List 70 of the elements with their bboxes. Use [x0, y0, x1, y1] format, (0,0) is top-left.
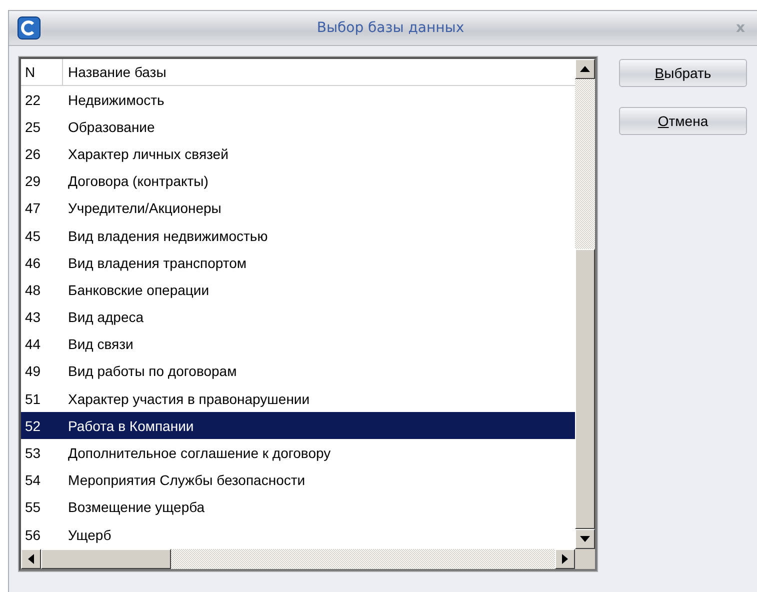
row-number: 29 — [24, 173, 42, 190]
down-arrow-icon — [580, 536, 590, 542]
list-row[interactable]: 56 Ущерб — [21, 521, 575, 548]
scroll-right-button[interactable] — [555, 549, 575, 569]
row-number: 26 — [24, 146, 42, 162]
dialog-button[interactable]: Выбрать — [619, 59, 747, 87]
row-number: 51 — [24, 390, 42, 407]
scrollbar-thumb[interactable] — [41, 549, 171, 569]
row-number: 54 — [24, 472, 42, 488]
row-number: 46 — [24, 254, 42, 271]
row-number: 48 — [24, 282, 42, 298]
row-number: 25 — [24, 118, 42, 135]
scroll-up-button[interactable] — [575, 59, 595, 79]
list-row[interactable]: 44 Вид связи — [21, 330, 575, 358]
row-number: 49 — [24, 363, 42, 380]
row-number: 55 — [24, 499, 42, 516]
database-name: Вид адреса — [67, 309, 144, 326]
list-row[interactable]: 47 Учредители/Акционеры — [21, 194, 575, 222]
right-arrow-icon — [562, 554, 568, 564]
vertical-scrollbar[interactable] — [575, 59, 595, 549]
window-title: Выбор базы данных — [316, 20, 466, 36]
row-number: 56 — [24, 526, 42, 543]
database-name: Банковские операции — [67, 282, 210, 298]
column-header[interactable]: Название базы — [63, 59, 166, 85]
app-logo-icon — [17, 16, 41, 40]
row-number: 22 — [24, 92, 42, 108]
list-row[interactable]: 45 Вид владения недвижимостью — [21, 222, 575, 250]
dialog-button[interactable]: Отмена — [619, 107, 747, 135]
list-row[interactable]: 29 Договора (контракты) — [21, 168, 575, 195]
list-row[interactable]: 43 Вид адреса — [21, 304, 575, 331]
database-name: Вид связи — [67, 336, 134, 352]
row-number: 53 — [24, 445, 42, 462]
list-row[interactable]: 55 Возмещение ущерба — [21, 494, 575, 521]
scrollbar-corner — [575, 549, 595, 569]
list-row[interactable]: 49 Вид работы по договорам — [21, 358, 575, 386]
database-name: Мероприятия Службы безопасности — [67, 472, 306, 488]
row-number: 47 — [24, 200, 42, 216]
left-arrow-icon — [28, 554, 34, 564]
database-name: Договора (контракты) — [67, 173, 208, 190]
database-name: Дополнительное соглашение к договору — [67, 445, 331, 462]
database-name: Вид владения транспортом — [67, 254, 246, 271]
scroll-down-button[interactable] — [575, 529, 595, 549]
list-row[interactable]: 54 Мероприятия Службы безопасности — [21, 466, 575, 494]
row-number: 44 — [24, 336, 42, 352]
database-name: Вид работы по договорам — [67, 363, 237, 380]
database-name: Характер личных связей — [67, 146, 228, 162]
scrollbar-thumb[interactable] — [575, 249, 595, 529]
database-name: Работа в Компании — [67, 418, 194, 434]
row-number: 52 — [24, 418, 42, 434]
horizontal-scrollbar[interactable] — [21, 549, 575, 569]
list-row[interactable]: 51 Характер участия в правонарушении — [21, 385, 575, 412]
list-row[interactable]: 22 Недвижимость — [21, 86, 575, 114]
list-row[interactable]: 25 Образование — [21, 113, 575, 140]
row-number: 43 — [24, 309, 42, 326]
database-name: Ущерб — [67, 526, 112, 543]
database-name: Возмещение ущерба — [67, 499, 205, 516]
list-row[interactable]: 46 Вид владения транспортом — [21, 249, 575, 276]
scroll-left-button[interactable] — [21, 549, 41, 569]
database-name: Учредители/Акционеры — [67, 200, 222, 216]
database-name: Образование — [67, 118, 155, 135]
list-row[interactable]: 26 Характер личных связей — [21, 140, 575, 168]
column-header[interactable]: N — [21, 59, 63, 85]
database-name: Характер участия в правонарушении — [67, 390, 310, 407]
selected-row[interactable]: 52 Работа в Компании — [21, 412, 575, 440]
list-row[interactable]: 48 Банковские операции — [21, 276, 575, 304]
row-number: 45 — [24, 228, 42, 244]
list-row[interactable]: 53 Дополнительное соглашение к договору — [21, 439, 575, 467]
up-arrow-icon — [580, 66, 590, 72]
database-name: Недвижимость — [67, 92, 164, 108]
database-name: Вид владения недвижимостью — [67, 228, 268, 244]
